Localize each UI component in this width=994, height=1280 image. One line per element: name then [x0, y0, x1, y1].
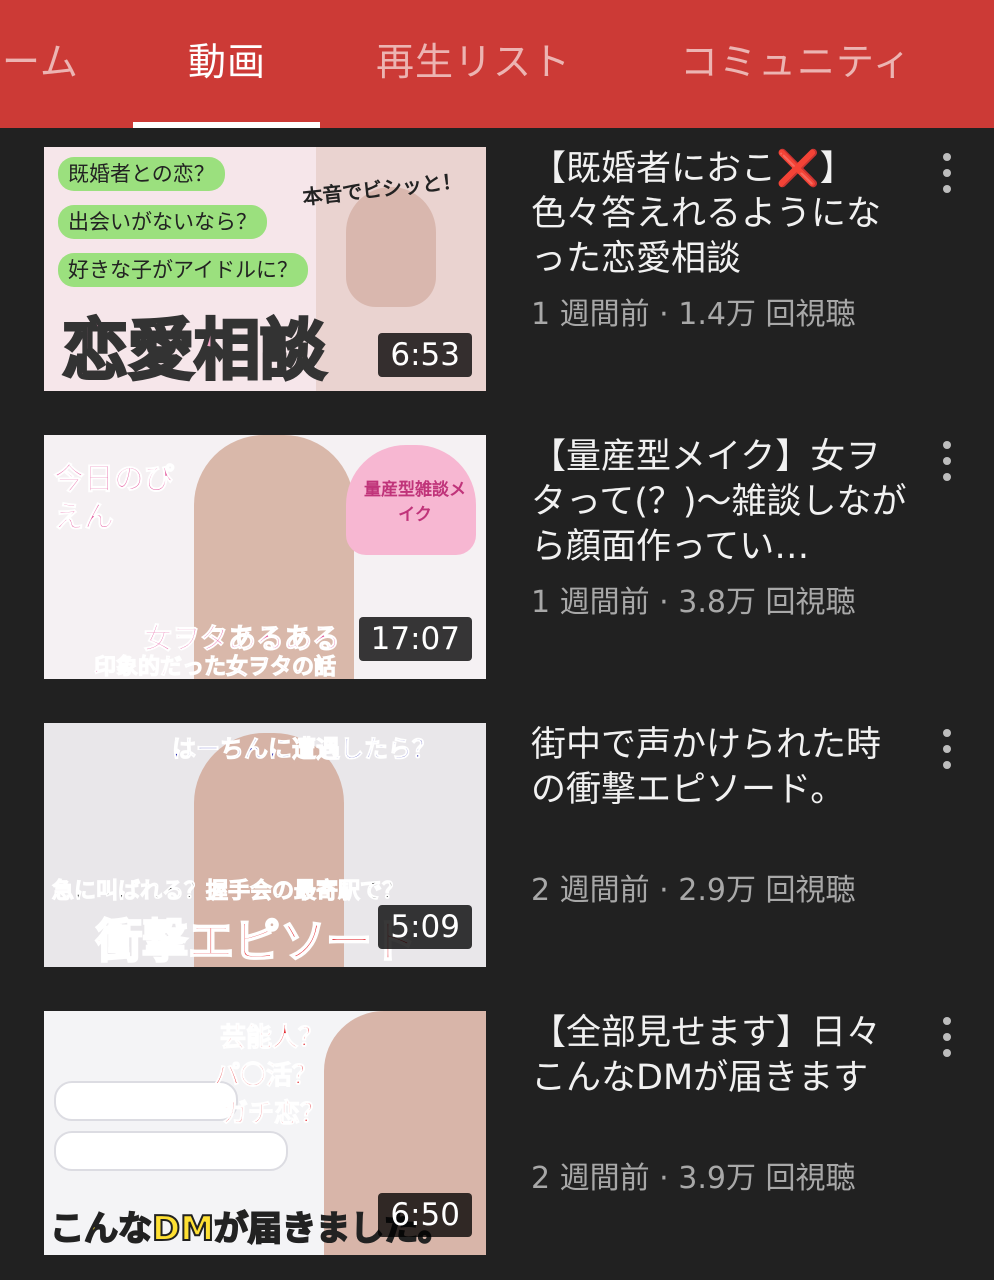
video-title[interactable]: 街中で声かけられた時の衝撃エピソード。 — [531, 723, 911, 813]
tab-playlists[interactable]: 再生リスト — [376, 0, 571, 128]
video-item[interactable]: 既婚者との恋？ 出会いがないなら？ 好きな子がアイドルに？ 本音でビシッと！ 恋… — [0, 147, 994, 407]
thumbnail-caption: 量産型雑談メイク — [364, 480, 466, 525]
more-vert-icon[interactable] — [930, 727, 964, 771]
more-vert-icon[interactable] — [930, 439, 964, 483]
thumbnail-caption: 好きな子がアイドルに？ — [58, 253, 308, 287]
more-vert-icon[interactable] — [930, 151, 964, 195]
video-thumbnail[interactable]: 芸能人？ パ〇活？ ガチ恋？ こんなDMが届きました。 6:50 — [44, 1011, 486, 1255]
thumbnail-caption: 印象的だった女ヲタの話 — [93, 655, 337, 680]
thumbnail-caption: 芸能人？ — [219, 1023, 325, 1054]
thumbnail-person-shape — [346, 187, 436, 307]
video-thumbnail[interactable]: 既婚者との恋？ 出会いがないなら？ 好きな子がアイドルに？ 本音でビシッと！ 恋… — [44, 147, 486, 391]
tab-community[interactable]: コミュニティ — [680, 0, 912, 128]
video-duration: 6:50 — [378, 1193, 472, 1237]
thumbnail-blurred-message — [54, 1081, 238, 1121]
video-item[interactable]: はーちんに遭遇したら？ 急に叫ばれる？握手会の最寄駅で？ 衝撃エピソード 5:0… — [0, 723, 994, 983]
video-duration: 5:09 — [378, 905, 472, 949]
thumbnail-headline: 恋愛相談 — [61, 311, 328, 391]
thumbnail-caption: はーちんに遭遇したら？ — [172, 735, 437, 764]
video-duration: 6:53 — [378, 333, 472, 377]
more-vert-icon[interactable] — [930, 1015, 964, 1059]
video-meta: 2 週間前 · 2.9万 回視聴 — [531, 873, 856, 908]
video-meta: 1 週間前 · 3.8万 回視聴 — [531, 585, 856, 620]
video-thumbnail[interactable]: はーちんに遭遇したら？ 急に叫ばれる？握手会の最寄駅で？ 衝撃エピソード 5:0… — [44, 723, 486, 967]
channel-tab-bar: ーム 動画 再生リスト コミュニティ — [0, 0, 994, 128]
active-tab-indicator — [133, 122, 320, 128]
thumbnail-caption: 既婚者との恋？ — [58, 157, 225, 191]
thumbnail-caption: ガチ恋？ — [221, 1099, 327, 1130]
thumbnail-caption: 出会いがないなら？ — [58, 205, 267, 239]
video-meta: 2 週間前 · 3.9万 回視聴 — [531, 1161, 856, 1196]
video-title[interactable]: 【既婚者におこ❌】色々答えれるようになった恋愛相談 — [531, 147, 911, 282]
video-item[interactable]: 芸能人？ パ〇活？ ガチ恋？ こんなDMが届きました。 6:50 【全部見せます… — [0, 1011, 994, 1271]
video-duration: 17:07 — [358, 617, 472, 661]
tab-home[interactable]: ーム — [2, 0, 79, 128]
thumbnail-caption: パ〇活？ — [213, 1061, 319, 1092]
video-thumbnail[interactable]: 量産型雑談メイク 今日のぴえん 女ヲタあるある 印象的だった女ヲタの話 17:0… — [44, 435, 486, 679]
video-title[interactable]: 【量産型メイク】女ヲタって(？)〜雑談しながら顔面作ってい… — [531, 435, 911, 570]
video-item[interactable]: 量産型雑談メイク 今日のぴえん 女ヲタあるある 印象的だった女ヲタの話 17:0… — [0, 435, 994, 695]
thumbnail-caption: 急に叫ばれる？握手会の最寄駅で？ — [51, 879, 405, 905]
thumbnail-headline: 衝撃エピソード — [95, 913, 419, 967]
video-title[interactable]: 【全部見せます】日々こんなDMが届きます — [531, 1011, 911, 1101]
tab-videos[interactable]: 動画 — [188, 0, 266, 128]
thumbnail-blurred-message — [54, 1131, 288, 1171]
video-meta: 1 週間前 · 1.4万 回視聴 — [531, 297, 856, 332]
thumbnail-badge: 今日のぴえん — [54, 462, 175, 536]
